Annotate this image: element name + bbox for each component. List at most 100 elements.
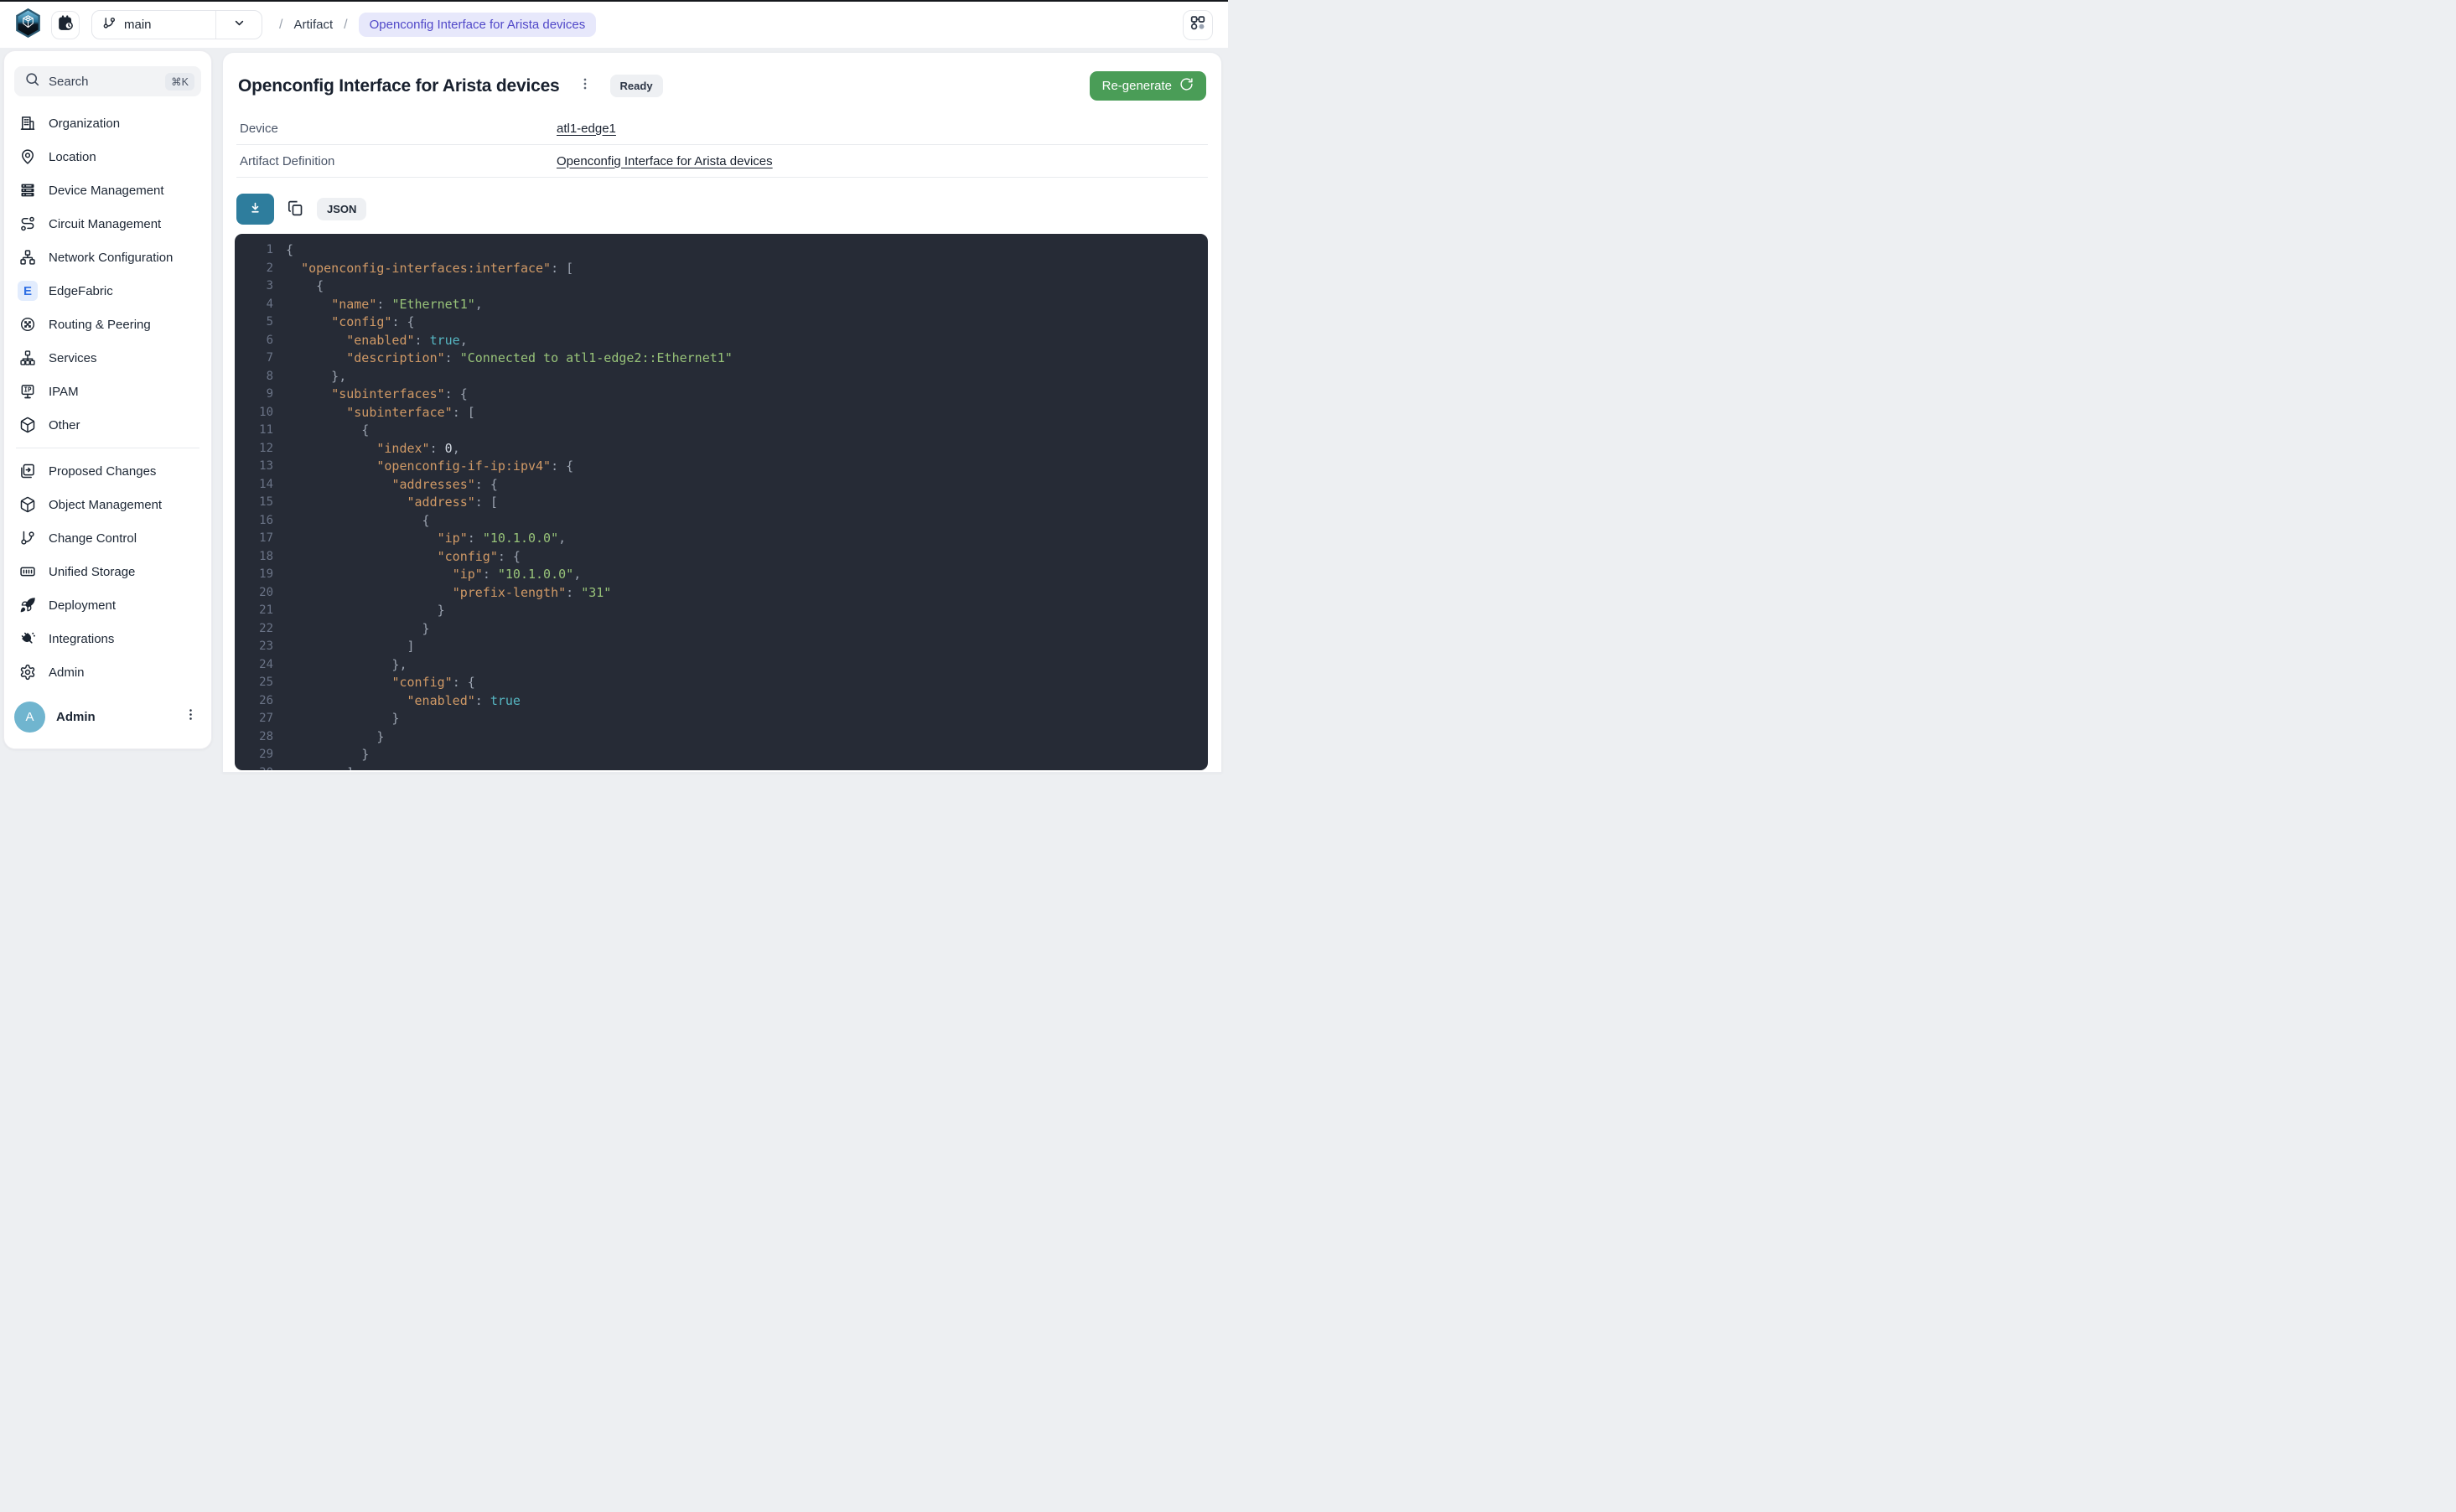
sidebar-item-label: Network Configuration [49,251,173,265]
cube-icon [18,495,38,515]
breadcrumb-parent[interactable]: Artifact [293,18,333,32]
sidebar-item-integrations[interactable]: Integrations [14,622,201,655]
sidebar-item-routing-peering[interactable]: Routing & Peering [14,308,201,341]
line-number: 16 [235,512,273,531]
sidebar-item-label: Organization [49,117,120,131]
sidebar-item-deployment[interactable]: Deployment [14,588,201,622]
chevron-down-icon [232,16,246,34]
code-line: 2 "openconfig-interfaces:interface": [ [235,260,1208,278]
artifact-definition-link[interactable]: Openconfig Interface for Arista devices [557,154,773,168]
line-number: 6 [235,332,273,350]
code-line: 25 "config": { [235,674,1208,692]
sidebar-item-label: Admin [49,665,85,680]
sidebar-item-network-configuration[interactable]: Network Configuration [14,241,201,274]
sidebar-item-ipam[interactable]: IP IPAM [14,375,201,408]
code-block[interactable]: 1{2 "openconfig-interfaces:interface": [… [235,234,1208,770]
regenerate-label: Re-generate [1102,79,1172,93]
line-number: 10 [235,404,273,422]
code-line: 9 "subinterfaces": { [235,386,1208,404]
field-label: Device [240,122,557,136]
user-kebab-menu[interactable] [180,704,201,729]
sidebar-item-other[interactable]: Other [14,408,201,442]
format-badge: JSON [317,198,366,220]
breadcrumb: / Artifact / Openconfig Interface for Ar… [279,13,596,37]
line-number: 27 [235,710,273,728]
code-toolbar: JSON [236,194,1208,225]
sidebar-item-unified-storage[interactable]: Unified Storage [14,555,201,588]
line-number: 15 [235,494,273,512]
sidebar-item-edgefabric[interactable]: E EdgeFabric [14,274,201,308]
title-kebab-menu[interactable] [578,77,592,95]
copy-icon [287,199,304,220]
code-line: 21 } [235,602,1208,620]
code-line: 14 "addresses": { [235,476,1208,495]
sidebar-item-label: Integrations [49,632,114,646]
page-title: Openconfig Interface for Arista devices [238,76,560,96]
line-number: 25 [235,674,273,692]
sidebar-item-device-management[interactable]: Device Management [14,173,201,207]
line-number: 8 [235,368,273,386]
svg-text:IP: IP [23,386,32,394]
breadcrumb-separator: / [344,18,347,33]
line-number: 14 [235,476,273,495]
code-line: 20 "prefix-length": "31" [235,584,1208,603]
workflow-view-button[interactable] [1183,10,1213,40]
sidebar-item-location[interactable]: Location [14,140,201,173]
line-number: 4 [235,296,273,314]
line-number: 28 [235,728,273,747]
sidebar-item-label: Device Management [49,184,164,198]
breadcrumb-current[interactable]: Openconfig Interface for Arista devices [359,13,597,37]
code-line: 28 } [235,728,1208,747]
sidebar-item-change-control[interactable]: Change Control [14,521,201,555]
branch-caret[interactable] [216,16,262,34]
code-line: 26 "enabled": true [235,692,1208,711]
code-line: 29 } [235,746,1208,764]
line-number: 30 [235,764,273,771]
device-link[interactable]: atl1-edge1 [557,122,616,136]
sidebar-item-object-management[interactable]: Object Management [14,488,201,521]
sidebar-item-label: Location [49,150,96,164]
hierarchy-icon [18,348,38,368]
search-input[interactable]: Search ⌘K [14,66,201,96]
field-row: Device atl1-edge1 [236,112,1208,145]
branch-selector[interactable]: main [91,10,262,39]
branch-current: main [92,16,215,34]
refresh-icon [1179,77,1194,95]
sidebar-item-proposed-changes[interactable]: Proposed Changes [14,454,201,488]
sidebar-item-label: IPAM [49,385,79,399]
sidebar-item-label: Routing & Peering [49,318,151,332]
search-shortcut: ⌘K [165,73,194,91]
sidebar-item-label: Change Control [49,531,137,546]
code-line: 3 { [235,277,1208,296]
download-icon [247,200,263,219]
detail-fields: Device atl1-edge1 Artifact Definition Op… [236,112,1208,178]
search-placeholder: Search [49,75,157,89]
code-line: 13 "openconfig-if-ip:ipv4": { [235,458,1208,476]
sidebar-item-label: EdgeFabric [49,284,113,298]
field-row: Artifact Definition Openconfig Interface… [236,145,1208,178]
line-number: 23 [235,638,273,656]
calendar-clock-button[interactable] [51,11,80,39]
file-change-icon [18,461,38,481]
regenerate-button[interactable]: Re-generate [1090,71,1206,101]
network-icon [18,247,38,267]
download-button[interactable] [236,194,274,225]
copy-button[interactable] [285,198,306,221]
sidebar-item-organization[interactable]: Organization [14,106,201,140]
sidebar-item-label: Circuit Management [49,217,161,231]
line-number: 3 [235,277,273,296]
user-menu[interactable]: A Admin [14,698,201,735]
sidebar-item-circuit-management[interactable]: Circuit Management [14,207,201,241]
code-line: 10 "subinterface": [ [235,404,1208,422]
code-line: 8 }, [235,368,1208,386]
line-number: 21 [235,602,273,620]
sidebar-item-admin[interactable]: Admin [14,655,201,689]
line-number: 19 [235,566,273,584]
gear-icon [18,662,38,682]
status-badge: Ready [610,75,663,97]
code-line: 30 ] [235,764,1208,771]
line-number: 1 [235,241,273,260]
edgefabric-tile-icon: E [18,281,38,301]
sidebar-item-label: Other [49,418,80,432]
sidebar-item-services[interactable]: Services [14,341,201,375]
